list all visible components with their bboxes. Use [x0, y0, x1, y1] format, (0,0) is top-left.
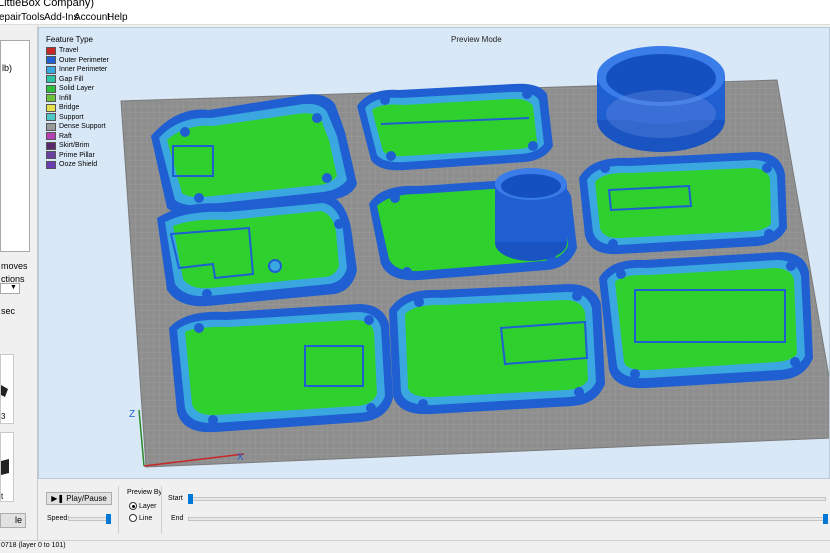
preview-thumbnail-1[interactable]: 3 — [0, 354, 14, 424]
title-bar: LittleBox Company) — [0, 0, 830, 11]
z-axis-label: Z — [129, 409, 135, 420]
speed-slider-thumb[interactable] — [106, 514, 111, 524]
end-slider-thumb[interactable] — [823, 514, 828, 524]
legend-label: Support — [59, 113, 84, 121]
legend-swatch — [46, 122, 56, 131]
part-ring-large — [597, 46, 725, 152]
part-top-middle — [357, 83, 553, 171]
legend-label: Raft — [59, 132, 72, 140]
legend-swatch — [46, 56, 56, 65]
legend-label: Solid Layer — [59, 85, 95, 93]
play-pause-button[interactable]: ▶❚ Play/Pause — [46, 492, 112, 505]
menu-bar: epair Tools Add-Ins Account Help — [0, 11, 830, 25]
play-pause-label: ▶❚ Play/Pause — [51, 494, 107, 503]
viewport-title: Preview Mode — [451, 35, 502, 44]
line-radio-label[interactable]: Line — [139, 515, 152, 522]
legend-swatch — [46, 132, 56, 141]
legend-swatch — [46, 141, 56, 150]
menu-help[interactable]: Help — [107, 12, 128, 23]
x-axis-label: X — [237, 452, 244, 463]
part-bottom-middle — [389, 284, 605, 415]
preview-controls: ▶❚ Play/Pause Speed: Preview By Layer Li… — [38, 480, 830, 540]
time-label: sec — [1, 306, 16, 316]
legend-label: Bridge — [59, 104, 80, 112]
options-dropdown[interactable]: ▼ — [0, 283, 20, 294]
status-text: 0718 (layer 0 to 101) — [1, 542, 66, 549]
legend-label: Inner Perimeter — [59, 66, 108, 74]
divider — [161, 486, 162, 534]
speed-slider-track[interactable] — [68, 517, 110, 521]
start-label: Start — [168, 495, 183, 502]
legend-row: Prime Pillar — [46, 151, 109, 161]
layer-radio-label[interactable]: Layer — [139, 503, 157, 510]
chevron-down-icon: ▼ — [10, 284, 17, 291]
legend-swatch — [46, 113, 56, 122]
legend-swatch — [46, 65, 56, 74]
part-bottom-right — [599, 252, 813, 389]
legend-swatch — [46, 84, 56, 93]
window-title: LittleBox Company) — [0, 0, 94, 9]
legend-row: Gap Fill — [46, 75, 109, 85]
start-slider-thumb[interactable] — [188, 494, 193, 504]
legend-row: Skirt/Brim — [46, 141, 109, 151]
tree-item-label[interactable]: lb) — [2, 63, 12, 73]
part-middle-left — [157, 194, 357, 307]
legend-row: Infill — [46, 94, 109, 104]
menu-repair[interactable]: epair — [0, 12, 21, 23]
legend-row: Outer Perimeter — [46, 56, 109, 66]
legend-swatch — [46, 151, 56, 160]
legend-label: Skirt/Brim — [59, 142, 90, 150]
left-panel: lb) moves ctions ▼ sec 3 t le — [0, 26, 38, 544]
3d-preview-viewport[interactable]: Z X Preview Mode Feature Type Travel Out… — [38, 27, 830, 479]
legend-title: Feature Type — [46, 35, 93, 44]
legend-swatch — [46, 46, 56, 55]
preview-thumbnail-2[interactable]: t — [0, 432, 14, 502]
legend-swatch — [46, 103, 56, 112]
part-middle-right — [579, 152, 787, 255]
legend-row: Dense Support — [46, 122, 109, 132]
end-label: End — [171, 515, 184, 522]
side-panel-button[interactable]: le — [0, 513, 26, 528]
feature-type-legend: Feature Type Travel Outer Perimeter Inner … — [46, 35, 109, 170]
legend-row: Support — [46, 113, 109, 123]
build-plate-view[interactable]: Z X — [39, 28, 830, 479]
line-radio[interactable] — [129, 514, 137, 522]
legend-swatch — [46, 160, 56, 169]
legend-swatch — [46, 75, 56, 84]
legend-swatch — [46, 94, 56, 103]
divider — [118, 486, 119, 534]
legend-label: Travel — [59, 47, 79, 55]
end-slider-track[interactable] — [188, 517, 826, 521]
part-bottom-left — [169, 304, 393, 433]
legend-row: Ooze Shield — [46, 160, 109, 170]
thumbnail-caption: 3 — [1, 412, 6, 421]
legend-label: Outer Perimeter — [59, 56, 109, 64]
thumbnail-caption: t — [1, 492, 4, 501]
legend-label: Ooze Shield — [59, 161, 98, 169]
legend-row: Raft — [46, 132, 109, 142]
legend-row: Solid Layer — [46, 84, 109, 94]
legend-label: Gap Fill — [59, 75, 84, 83]
speed-label: Speed: — [47, 515, 70, 522]
legend-label: Infill — [59, 94, 72, 102]
menu-tools[interactable]: Tools — [21, 12, 44, 23]
legend-row: Bridge — [46, 103, 109, 113]
legend-label: Dense Support — [59, 123, 106, 131]
status-bar: 0718 (layer 0 to 101) — [0, 540, 830, 553]
layer-radio[interactable] — [129, 502, 137, 510]
moves-label: moves — [1, 261, 28, 271]
menu-account[interactable]: Account — [74, 12, 110, 23]
preview-by-label: Preview By — [127, 489, 163, 496]
legend-label: Prime Pillar — [59, 151, 95, 159]
process-tree[interactable]: lb) — [0, 40, 30, 252]
legend-row: Inner Perimeter — [46, 65, 109, 75]
start-slider-track[interactable] — [188, 497, 826, 501]
legend-row: Travel — [46, 46, 109, 56]
